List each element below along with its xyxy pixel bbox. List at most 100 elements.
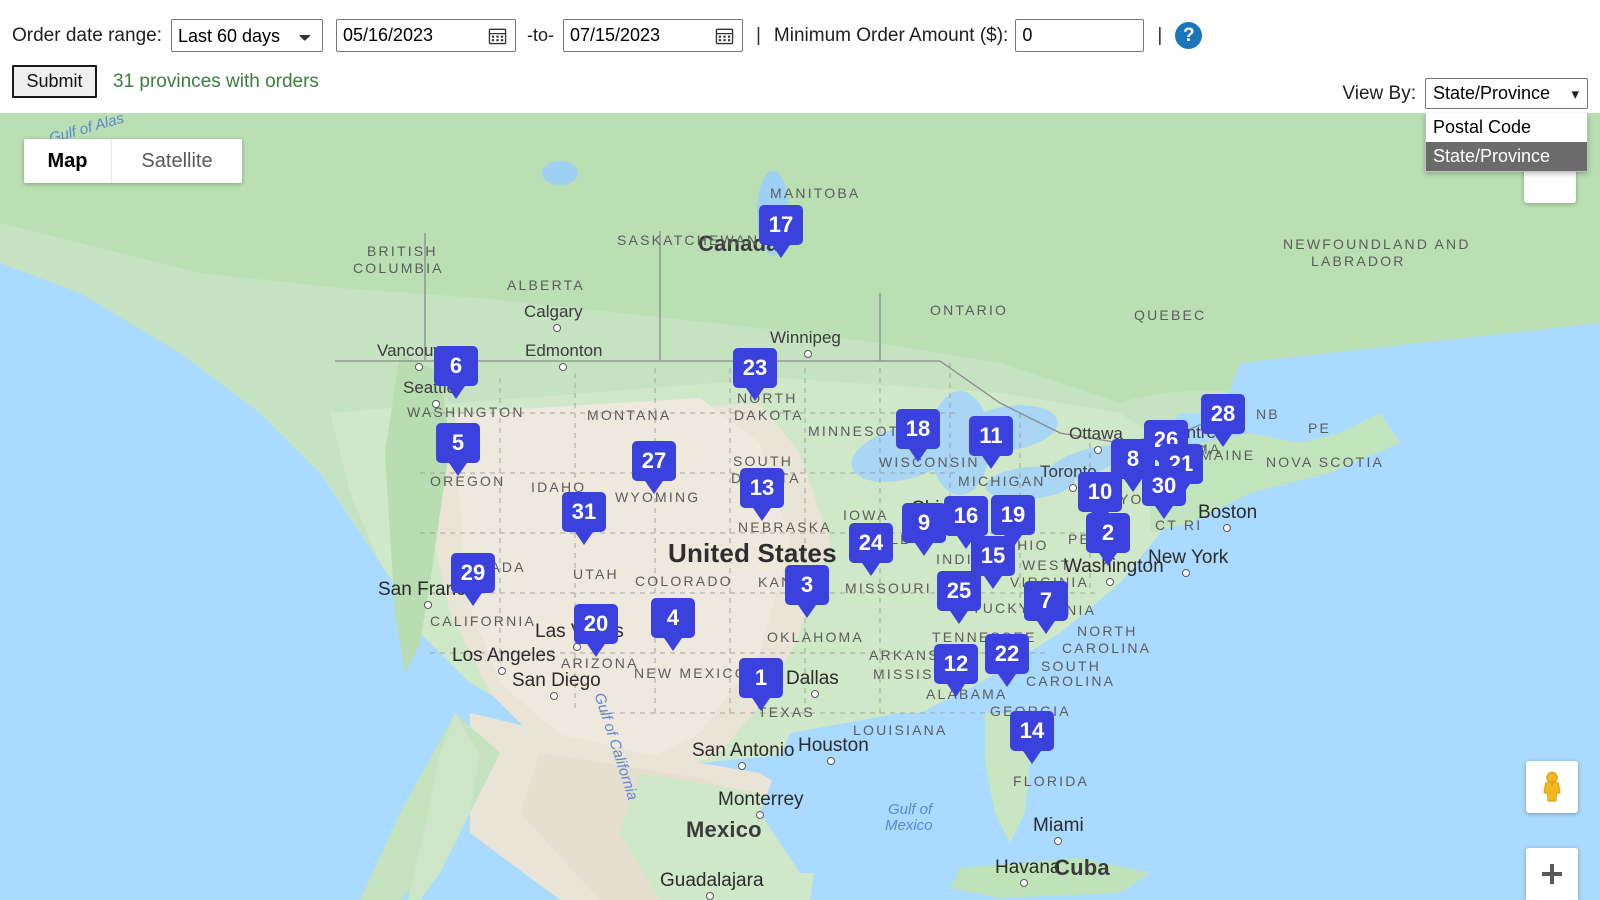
minimum-order-amount-label: Minimum Order Amount ($):	[773, 25, 1009, 46]
map-marker-11[interactable]: 11	[969, 416, 1013, 469]
date-to-separator: -to-	[526, 25, 554, 45]
marker-body: 1	[739, 658, 783, 698]
marker-tip	[1153, 503, 1175, 519]
map-marker-1[interactable]: 1	[739, 658, 783, 711]
marker-label: 20	[583, 611, 609, 636]
map-marker-9[interactable]: 9	[902, 503, 946, 556]
marker-label: 6	[449, 353, 463, 378]
marker-body: 24	[849, 523, 893, 563]
marker-body: 14	[1010, 711, 1054, 751]
marker-label: 24	[858, 530, 884, 555]
submit-button[interactable]: Submit	[12, 65, 97, 98]
marker-body: 16	[944, 496, 988, 536]
marker-tip	[1212, 431, 1234, 447]
minimum-order-amount-input[interactable]	[1015, 19, 1145, 52]
map-marker-12[interactable]: 12	[934, 644, 978, 697]
pegman-street-view-button[interactable]	[1526, 761, 1578, 813]
map-marker-28[interactable]: 28	[1201, 394, 1245, 447]
marker-body: 12	[934, 644, 978, 684]
map-marker-3[interactable]: 3	[785, 565, 829, 618]
marker-tip	[860, 560, 882, 576]
marker-label: 23	[742, 355, 768, 380]
map-marker-23[interactable]: 23	[733, 348, 777, 401]
marker-tip	[751, 505, 773, 521]
marker-body: 9	[902, 503, 946, 543]
marker-body: 29	[451, 553, 495, 593]
marker-tip	[948, 608, 970, 624]
marker-body: 3	[785, 565, 829, 605]
map-marker-18[interactable]: 18	[896, 409, 940, 462]
map-marker-27[interactable]: 27	[632, 441, 676, 494]
date-range-select[interactable]: Last 60 days	[170, 19, 323, 52]
map-marker-17[interactable]: 17	[759, 205, 803, 258]
map-marker-5[interactable]: 5	[436, 423, 480, 476]
marker-body: 5	[436, 423, 480, 463]
pegman-icon	[1543, 771, 1561, 802]
view-by-option-state-province[interactable]: State/Province	[1426, 142, 1587, 171]
map-marker-30[interactable]: 30	[1142, 466, 1186, 519]
marker-label: 22	[994, 641, 1020, 666]
marker-tip	[770, 242, 792, 258]
status-text: 31 provinces with orders	[113, 70, 319, 92]
marker-body: 11	[969, 416, 1013, 456]
marker-label: 19	[1000, 502, 1026, 527]
map-marker-20[interactable]: 20	[574, 604, 618, 657]
map-marker-14[interactable]: 14	[1010, 711, 1054, 764]
city-dot	[549, 692, 558, 700]
view-by-option-postal-code[interactable]: Postal Code	[1426, 113, 1587, 142]
chevron-down-icon: ▾	[1571, 85, 1579, 103]
marker-tip	[462, 590, 484, 606]
map-marker-22[interactable]: 22	[985, 634, 1029, 687]
map-marker-29[interactable]: 29	[451, 553, 495, 606]
map-type-map-button[interactable]: Map	[24, 139, 112, 183]
map-marker-25[interactable]: 25	[937, 571, 981, 624]
marker-label: 8	[1126, 446, 1140, 471]
marker-tip	[996, 671, 1018, 687]
marker-tip	[447, 460, 469, 476]
map-marker-7[interactable]: 7	[1024, 581, 1068, 634]
map-marker-31[interactable]: 31	[562, 492, 606, 545]
map-marker-13[interactable]: 13	[740, 468, 784, 521]
calendar-icon[interactable]	[488, 26, 507, 46]
view-by-selected-value: State/Province	[1433, 83, 1551, 103]
plus-icon	[1542, 864, 1562, 884]
view-by-dropdown-list[interactable]: Postal Code State/Province	[1425, 113, 1588, 172]
date-to-input[interactable]	[563, 21, 704, 50]
date-to-field[interactable]	[562, 19, 743, 52]
marker-tip	[907, 446, 929, 462]
marker-label: 5	[451, 430, 465, 455]
marker-tip	[982, 573, 1004, 589]
map-type-control[interactable]: Map Satellite	[24, 139, 242, 183]
marker-body: 6	[434, 346, 478, 386]
map-canvas[interactable]: Map Satellite Canada United States Mexico C…	[0, 113, 1600, 900]
map-type-satellite-button[interactable]: Satellite	[112, 139, 242, 183]
marker-label: 28	[1210, 401, 1236, 426]
date-from-input[interactable]	[336, 21, 477, 50]
calendar-icon[interactable]	[715, 26, 734, 46]
marker-label: 9	[917, 510, 931, 535]
marker-label: 27	[641, 448, 667, 473]
marker-body: 20	[574, 604, 618, 644]
marker-body: 23	[733, 348, 777, 388]
filter-row-primary: Order date range: Last 60 days -to-	[12, 19, 1203, 52]
marker-label: 15	[980, 543, 1006, 568]
map-marker-4[interactable]: 4	[651, 598, 695, 651]
zoom-in-button[interactable]	[1526, 848, 1578, 900]
date-from-field[interactable]	[335, 19, 516, 52]
marker-tip	[445, 383, 467, 399]
map-marker-2[interactable]: 2	[1086, 513, 1130, 566]
view-by-select[interactable]: State/Province ▾	[1425, 78, 1588, 109]
help-icon[interactable]: ?	[1175, 22, 1203, 49]
marker-tip	[643, 478, 665, 494]
marker-body: 31	[562, 492, 606, 532]
marker-tip	[980, 453, 1002, 469]
map-marker-6[interactable]: 6	[434, 346, 478, 399]
marker-tip	[913, 540, 935, 556]
marker-tip	[750, 695, 772, 711]
map-marker-24[interactable]: 24	[849, 523, 893, 576]
marker-body: 22	[985, 634, 1029, 674]
marker-tip	[945, 681, 967, 697]
marker-body: 4	[651, 598, 695, 638]
filter-row-secondary: Submit 31 provinces with orders	[12, 65, 319, 98]
marker-label: 17	[768, 212, 794, 237]
